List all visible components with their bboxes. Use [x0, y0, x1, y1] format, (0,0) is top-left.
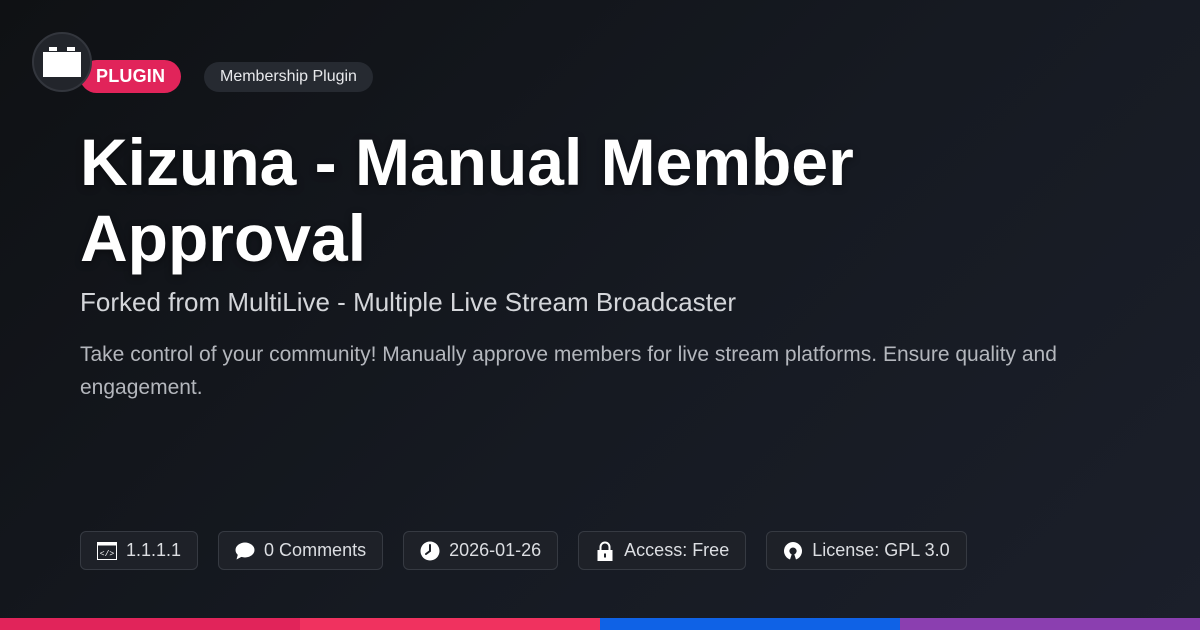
comments-label: 0 Comments	[264, 540, 367, 560]
license-chip: License: GPL 3.0	[766, 531, 967, 570]
lock-icon	[595, 541, 615, 561]
page-title: Kizuna - Manual Member Approval	[80, 125, 854, 275]
version-chip: </> 1.1.1.1	[80, 531, 199, 570]
comments-chip[interactable]: 0 Comments	[218, 531, 384, 570]
category-tag[interactable]: Membership Plugin	[204, 62, 373, 92]
date-chip: 2026-01-26	[403, 531, 559, 570]
plugin-block-icon	[43, 47, 81, 77]
page-description: Take control of your community! Manually…	[80, 343, 1057, 399]
version-label: 1.1.1.1	[126, 540, 182, 560]
open-source-icon	[783, 541, 803, 561]
svg-text:</>: </>	[100, 550, 115, 559]
license-label: License: GPL 3.0	[812, 540, 950, 560]
date-label: 2026-01-26	[449, 540, 542, 560]
speech-bubble-icon	[235, 541, 255, 561]
access-chip: Access: Free	[578, 531, 747, 570]
clock-icon	[420, 541, 440, 561]
footer-segment	[0, 618, 300, 630]
footer-segment	[300, 618, 600, 630]
site-logo[interactable]	[32, 32, 92, 92]
type-badge: PLUGIN	[80, 60, 182, 93]
page-subtitle: Forked from MultiLive - Multiple Live St…	[80, 287, 737, 317]
meta-row: </> 1.1.1.1 0 Comments 2026-01-26 Access…	[80, 531, 967, 570]
code-window-icon: </>	[97, 541, 117, 561]
access-label: Access: Free	[624, 540, 730, 560]
footer-segment	[900, 618, 1200, 630]
footer-color-bar	[0, 618, 1200, 630]
footer-segment	[600, 618, 900, 630]
